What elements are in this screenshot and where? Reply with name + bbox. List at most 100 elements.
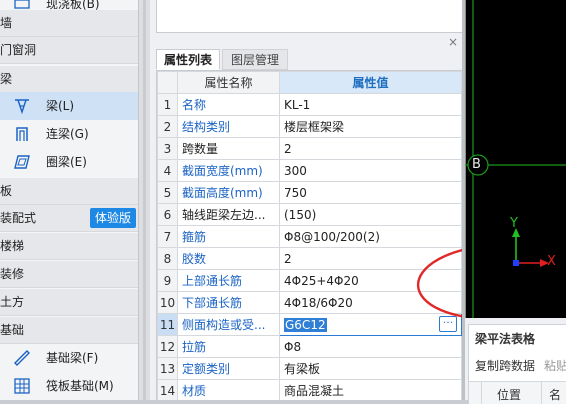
nav-item-label: 筏板基础(M) <box>46 379 114 393</box>
property-value[interactable]: Φ8 <box>279 335 462 358</box>
table-row[interactable]: 7 箍筋 Φ8@100/200(2) <box>157 225 462 248</box>
copy-span-data-button[interactable]: 复制跨数据 <box>475 357 535 374</box>
property-value[interactable]: 300 <box>279 159 462 182</box>
property-name: 材质 <box>177 379 280 400</box>
beam-table-panel: 梁平法表格 复制跨数据 粘贴 位置 名 <box>468 324 566 404</box>
property-value[interactable]: KL-1 <box>279 93 462 116</box>
nav-category-stairs[interactable]: 楼梯 <box>0 233 138 260</box>
y-axis-label: Y <box>510 216 518 231</box>
table-row[interactable]: 6 轴线距梁左边... (150) <box>157 203 462 226</box>
property-value[interactable]: (150) <box>279 203 462 226</box>
row-number: 4 <box>157 159 178 182</box>
nav-category-label: 装配式 <box>0 211 37 225</box>
row-number: 3 <box>157 137 178 160</box>
nav-category-label: 梁 <box>0 72 13 86</box>
tab-property-list[interactable]: 属性列表 <box>156 49 220 70</box>
tab-layer-management[interactable]: 图层管理 <box>222 49 288 70</box>
property-value[interactable]: 4Φ25+4Φ20 <box>279 269 462 292</box>
nav-category-label: 基础 <box>0 323 25 337</box>
nav-item-foundation-beam[interactable]: 基础梁(F) <box>0 344 138 372</box>
property-tabs: 属性列表 图层管理 <box>156 49 462 71</box>
nav-item-beam[interactable]: 梁(L) <box>0 92 138 120</box>
table-row[interactable]: 10 下部通长筋 4Φ18/6Φ20 <box>157 291 462 314</box>
nav-category-label: 门窗洞 <box>0 43 37 57</box>
column-header-name: 名 <box>549 388 562 402</box>
row-header-cell <box>469 382 482 404</box>
table-row[interactable]: 1 名称 KL-1 <box>157 93 462 116</box>
table-row[interactable]: 9 上部通长筋 4Φ25+4Φ20 <box>157 269 462 292</box>
nav-category-slab[interactable]: 板 <box>0 178 138 205</box>
property-name: 胶数 <box>177 247 280 270</box>
table-row[interactable]: 8 胶数 2 <box>157 247 462 270</box>
row-number: 9 <box>157 269 178 292</box>
more-options-button[interactable]: ··· <box>439 316 457 332</box>
property-value[interactable]: 4Φ18/6Φ20 <box>279 291 462 314</box>
column-header-value: 属性值 <box>279 71 462 94</box>
property-name: 箍筋 <box>177 225 280 248</box>
table-row[interactable]: 12 拉筋 Φ8 <box>157 335 462 358</box>
property-panel: × 属性列表 图层管理 属性名称 属性值 1 名称 KL-1 2 结构类别 楼层框架梁 3 跨… <box>150 0 566 400</box>
nav-item-ring-beam[interactable]: 圈梁(E) <box>0 148 138 176</box>
property-value-selected-text[interactable]: G6C12 <box>284 317 327 332</box>
row-number: 2 <box>157 115 178 138</box>
table-row[interactable]: 5 截面高度(mm) 750 <box>157 181 462 204</box>
row-number: 8 <box>157 247 178 270</box>
nav-item-label: 基础梁(F) <box>46 351 99 365</box>
table-row[interactable]: 11 侧面构造或受... G6C12 ··· <box>157 313 462 336</box>
property-grid: 属性名称 属性值 1 名称 KL-1 2 结构类别 楼层框架梁 3 跨数量 2 4 截面宽度(mm)… <box>156 71 463 400</box>
table-row[interactable]: 14 材质 商品混凝土 <box>157 379 462 400</box>
trial-version-button[interactable]: 体验版 <box>89 208 136 228</box>
row-number: 5 <box>157 181 178 204</box>
nav-category-beam[interactable]: 梁 <box>0 66 138 93</box>
table-row[interactable]: 13 定额类别 有梁板 <box>157 357 462 380</box>
beam-table-title: 梁平法表格 <box>475 332 536 346</box>
column-header-name: 属性名称 <box>177 71 280 94</box>
property-value[interactable]: 商品混凝土 <box>279 379 462 400</box>
column-header-position: 位置 <box>497 388 522 402</box>
property-value[interactable]: 2 <box>279 247 462 270</box>
property-name: 截面宽度(mm) <box>177 159 280 182</box>
property-value[interactable]: G6C12 ··· <box>279 313 462 336</box>
nav-item-label: 梁(L) <box>46 99 75 113</box>
property-name: 名称 <box>177 93 280 116</box>
row-number: 13 <box>157 357 178 380</box>
table-header-row: 属性名称 属性值 <box>157 71 462 94</box>
row-number: 11 <box>157 313 178 336</box>
property-name: 截面高度(mm) <box>177 181 280 204</box>
property-name: 定额类别 <box>177 357 280 380</box>
property-value[interactable]: 楼层框架梁 <box>279 115 462 138</box>
close-icon[interactable]: × <box>447 36 459 48</box>
nav-item-raft-foundation[interactable]: 筏板基础(M) <box>0 372 138 400</box>
raft-foundation-icon <box>13 377 31 395</box>
row-number: 10 <box>157 291 178 314</box>
row-number: 6 <box>157 203 178 226</box>
nav-category-door-window[interactable]: 门窗洞 <box>0 37 138 64</box>
row-number: 12 <box>157 335 178 358</box>
nav-category-earthwork[interactable]: 土方 <box>0 289 138 316</box>
nav-item-coupling-beam[interactable]: 连梁(G) <box>0 120 138 148</box>
nav-category-label: 装修 <box>0 267 25 281</box>
nav-category-decoration[interactable]: 装修 <box>0 261 138 288</box>
nav-category-wall[interactable]: 墙 <box>0 10 138 37</box>
property-value[interactable]: 有梁板 <box>279 357 462 380</box>
drawing-canvas[interactable]: B Y X <box>465 0 566 318</box>
property-name: 上部通长筋 <box>177 269 280 292</box>
nav-category-label: 板 <box>0 184 13 198</box>
paste-button[interactable]: 粘贴 <box>544 357 566 374</box>
nav-tree: 现浇板(B) 墙 门窗洞 梁 梁(L) 连梁(G) 圈梁(E) 板 装配式 体验… <box>0 0 138 400</box>
nav-category-prefab[interactable]: 装配式 体验版 <box>0 205 138 232</box>
table-row[interactable]: 3 跨数量 2 <box>157 137 462 160</box>
nav-item-label: 连梁(G) <box>46 127 89 141</box>
column-header-index <box>157 71 178 94</box>
coupling-beam-icon <box>13 125 31 143</box>
row-number: 1 <box>157 93 178 116</box>
ring-beam-icon <box>13 153 31 171</box>
property-name: 拉筋 <box>177 335 280 358</box>
property-value[interactable]: 2 <box>279 137 462 160</box>
property-value[interactable]: Φ8@100/200(2) <box>279 225 462 248</box>
table-row[interactable]: 4 截面宽度(mm) 300 <box>157 159 462 182</box>
table-row[interactable]: 2 结构类别 楼层框架梁 <box>157 115 462 138</box>
nav-category-foundation[interactable]: 基础 <box>0 317 138 344</box>
property-value[interactable]: 750 <box>279 181 462 204</box>
property-name: 跨数量 <box>177 137 280 160</box>
